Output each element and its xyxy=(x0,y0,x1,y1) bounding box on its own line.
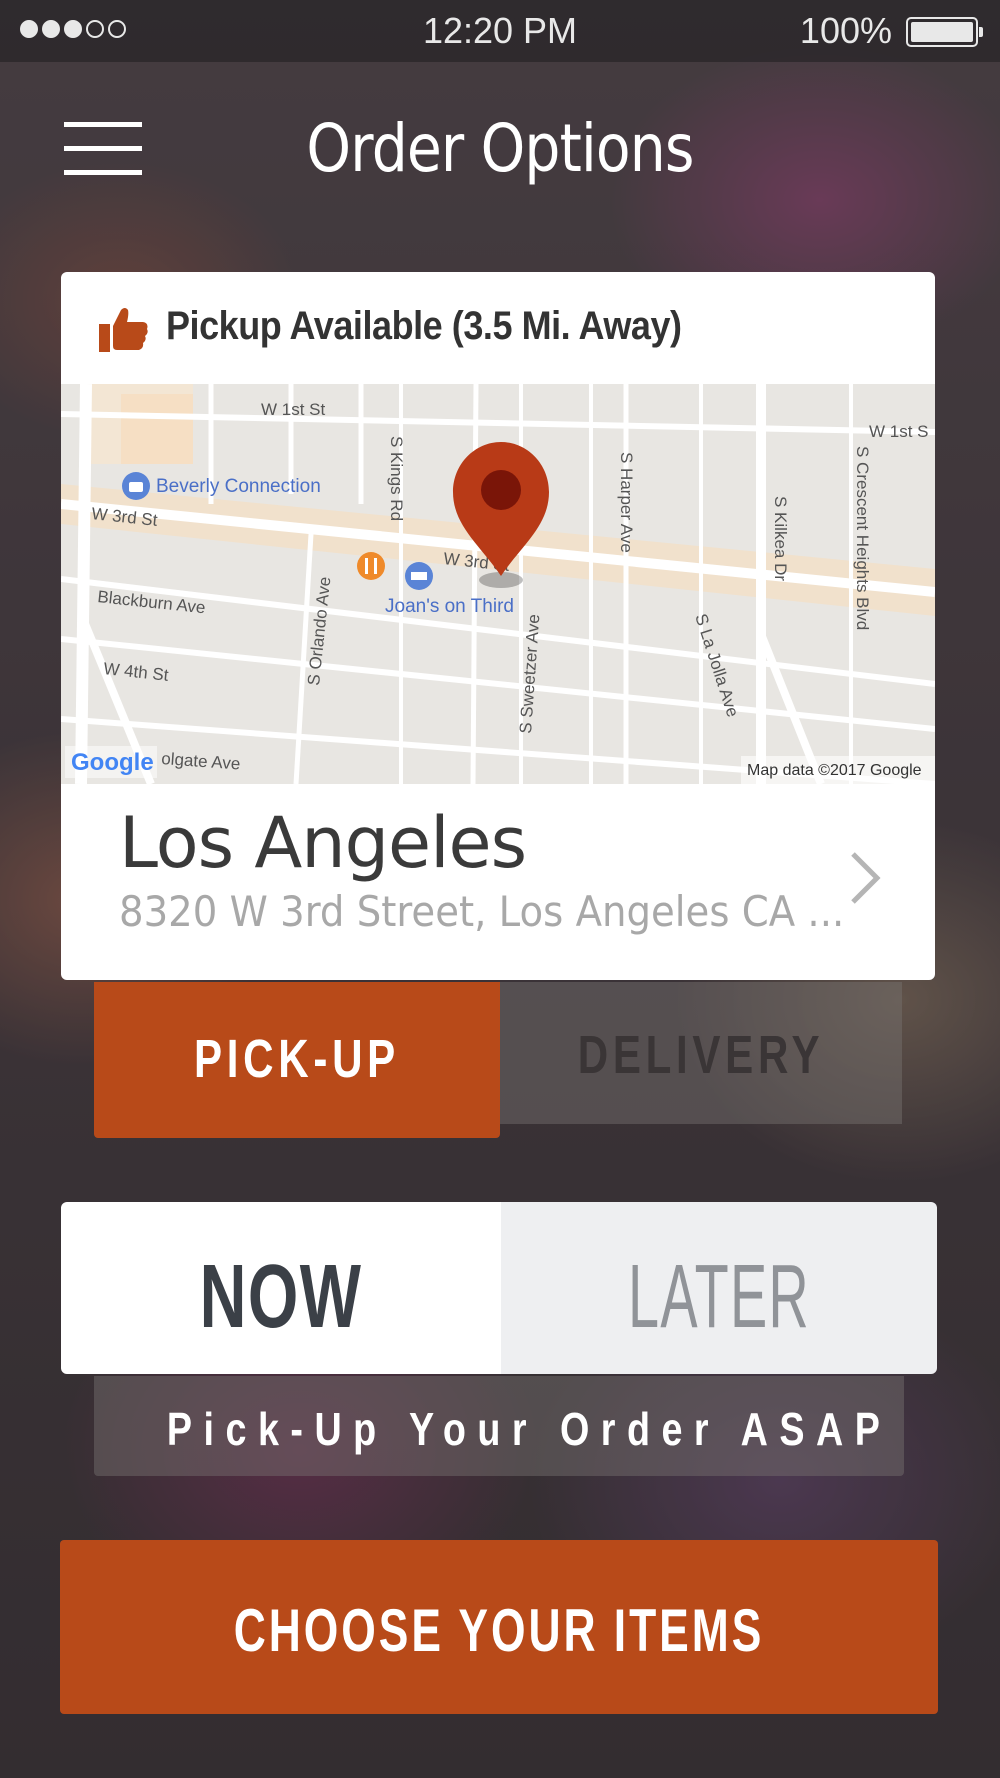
location-card[interactable]: Pickup Available (3.5 Mi. Away) W 1st St… xyxy=(61,272,935,980)
timing-note-box: Pick-Up Your Order ASAP xyxy=(94,1376,904,1476)
later-label: LATER xyxy=(628,1247,810,1347)
pickup-option-button[interactable]: PICK-UP xyxy=(94,982,500,1138)
timing-note: Pick-Up Your Order ASAP xyxy=(166,1403,892,1455)
map-street-label: W 1st St xyxy=(261,400,326,419)
status-bar: 12:20 PM 100% xyxy=(0,0,1000,62)
map-street-label: S Harper Ave xyxy=(617,452,636,553)
map-street-label: W 1st S xyxy=(869,422,929,441)
delivery-label: DELIVERY xyxy=(577,1025,825,1085)
map-street-label: S Kilkea Dr xyxy=(771,496,790,581)
map-attribution: Map data ©2017 Google xyxy=(741,756,935,784)
pickup-label: PICK-UP xyxy=(194,1029,400,1089)
location-name: Los Angeles xyxy=(119,802,527,884)
availability-header: Pickup Available (3.5 Mi. Away) xyxy=(61,272,935,384)
google-logo: Google xyxy=(65,746,157,778)
location-map[interactable]: W 1st St W 1st S W 3rd St W 3rd St Black… xyxy=(61,384,935,784)
now-label: NOW xyxy=(199,1247,363,1347)
delivery-option-button[interactable]: DELIVERY xyxy=(500,982,902,1124)
battery-icon xyxy=(906,17,983,47)
map-street-label: S Crescent Heights Blvd xyxy=(853,446,872,630)
restaurant-place-icon xyxy=(357,552,385,580)
map-place-label: Joan's on Third xyxy=(385,596,514,617)
svg-text:Map data ©2017 Google: Map data ©2017 Google xyxy=(747,762,922,779)
later-option-button[interactable]: LATER xyxy=(501,1202,937,1374)
battery-percentage: 100% xyxy=(799,10,892,51)
page-title: Order Options xyxy=(306,110,694,187)
thumbs-up-icon xyxy=(99,308,148,352)
choose-items-label: CHOOSE YOUR ITEMS xyxy=(233,1597,765,1664)
svg-text:Google: Google xyxy=(71,749,154,776)
availability-text: Pickup Available (3.5 Mi. Away) xyxy=(166,304,682,348)
timing-toggle: NOW LATER xyxy=(61,1202,937,1374)
map-street-label: S Kings Rd xyxy=(387,436,406,521)
choose-items-button[interactable]: CHOOSE YOUR ITEMS xyxy=(60,1540,938,1714)
now-option-button[interactable]: NOW xyxy=(61,1202,501,1374)
chevron-right-icon[interactable] xyxy=(847,850,883,906)
location-address: 8320 W 3rd Street, Los Angeles CA ... xyxy=(119,887,845,936)
map-place-label: Beverly Connection xyxy=(156,476,321,497)
